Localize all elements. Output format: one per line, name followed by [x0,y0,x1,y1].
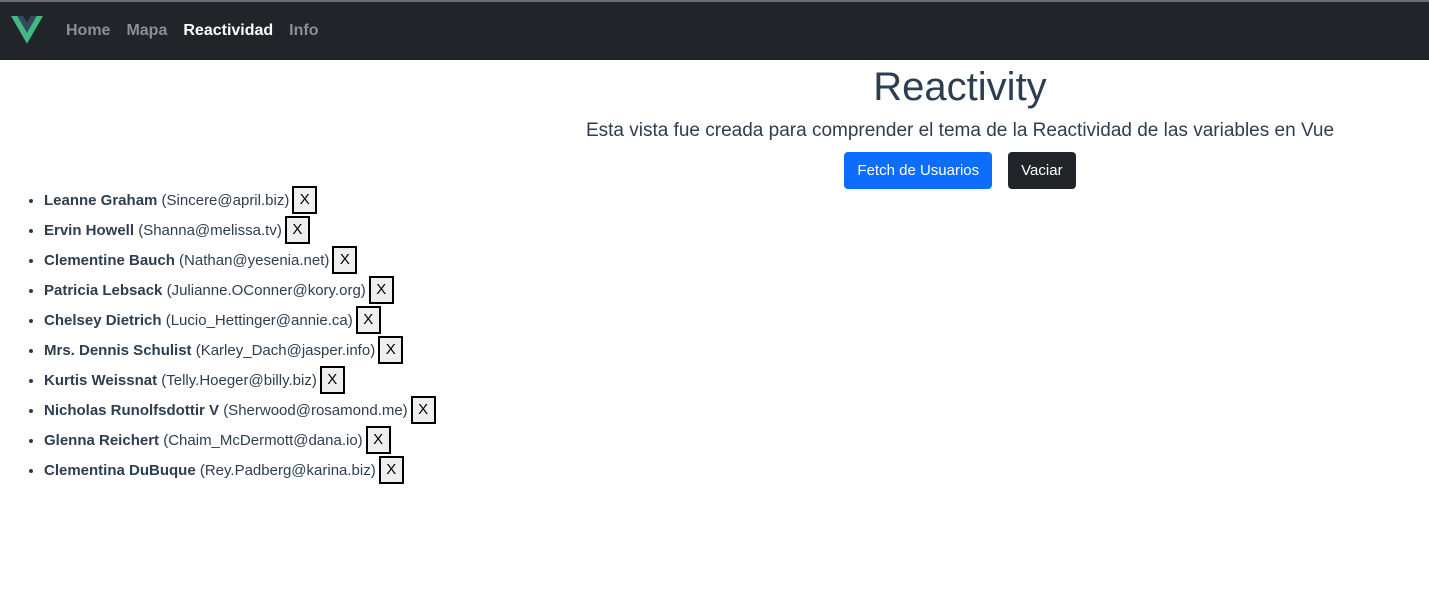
user-name: Glenna Reichert [44,432,160,449]
user-email: (Sherwood@rosamond.me) [223,402,408,419]
user-email: (Lucio_Hettinger@annie.ca) [165,312,353,329]
user-list-item: Nicholas Runolfsdottir V (Sherwood@rosam… [44,396,436,426]
user-email: (Shanna@melissa.tv) [138,222,282,239]
user-email: (Rey.Padberg@karina.biz) [199,462,376,479]
user-email: (Karley_Dach@jasper.info) [195,342,376,359]
nav-mapa[interactable]: Mapa [126,20,167,42]
user-email: (Julianne.OConner@kory.org) [166,282,366,299]
page-description: Esta vista fue creada para comprender el… [585,120,1335,141]
user-name: Clementine Bauch [44,252,175,269]
user-name: Leanne Graham [44,192,158,209]
vue-logo-icon[interactable] [11,16,43,44]
delete-user-button[interactable]: X [368,276,394,305]
user-list-item: Mrs. Dennis Schulist (Karley_Dach@jasper… [44,336,436,366]
nav-home[interactable]: Home [66,20,110,42]
user-list-item: Chelsey Dietrich (Lucio_Hettinger@annie.… [44,306,436,336]
user-list-item: Leanne Graham (Sincere@april.biz)X [44,186,436,216]
user-email: (Sincere@april.biz) [161,192,290,209]
delete-user-button[interactable]: X [319,366,345,395]
delete-user-button[interactable]: X [378,456,404,485]
reactivity-header: Reactivity Esta vista fue creada para co… [490,60,1429,189]
user-list-item: Glenna Reichert (Chaim_McDermott@dana.io… [44,426,436,456]
delete-user-button[interactable]: X [284,216,310,245]
user-list: Leanne Graham (Sincere@april.biz)X Ervin… [0,186,436,486]
delete-user-button[interactable]: X [365,426,391,455]
user-name: Kurtis Weissnat [44,372,158,389]
user-name: Nicholas Runolfsdottir V [44,402,220,419]
user-list-item: Clementina DuBuque (Rey.Padberg@karina.b… [44,456,436,486]
nav-reactividad[interactable]: Reactividad [183,20,273,42]
action-buttons: Fetch de Usuarios Vaciar [490,152,1429,189]
user-name: Mrs. Dennis Schulist [44,342,192,359]
delete-user-button[interactable]: X [292,186,318,215]
fetch-users-button[interactable]: Fetch de Usuarios [844,152,993,189]
clear-button[interactable]: Vaciar [1008,152,1076,189]
user-name: Chelsey Dietrich [44,312,162,329]
user-name: Ervin Howell [44,222,135,239]
user-email: (Chaim_McDermott@dana.io) [163,432,363,449]
delete-user-button[interactable]: X [410,396,436,425]
nav-links: Home Mapa Reactividad Info [66,20,335,42]
user-email: (Telly.Hoeger@billy.biz) [161,372,317,389]
delete-user-button[interactable]: X [355,306,381,335]
user-list-item: Patricia Lebsack (Julianne.OConner@kory.… [44,276,436,306]
user-list-item: Kurtis Weissnat (Telly.Hoeger@billy.biz)… [44,366,436,396]
user-list-item: Ervin Howell (Shanna@melissa.tv)X [44,216,436,246]
user-name: Patricia Lebsack [44,282,163,299]
user-email: (Nathan@yesenia.net) [179,252,330,269]
delete-user-button[interactable]: X [332,246,358,275]
delete-user-button[interactable]: X [378,336,404,365]
user-list-item: Clementine Bauch (Nathan@yesenia.net)X [44,246,436,276]
nav-info[interactable]: Info [289,20,318,42]
user-name: Clementina DuBuque [44,462,196,479]
page-title: Reactivity [873,65,1047,109]
top-navbar: Home Mapa Reactividad Info [0,0,1429,60]
